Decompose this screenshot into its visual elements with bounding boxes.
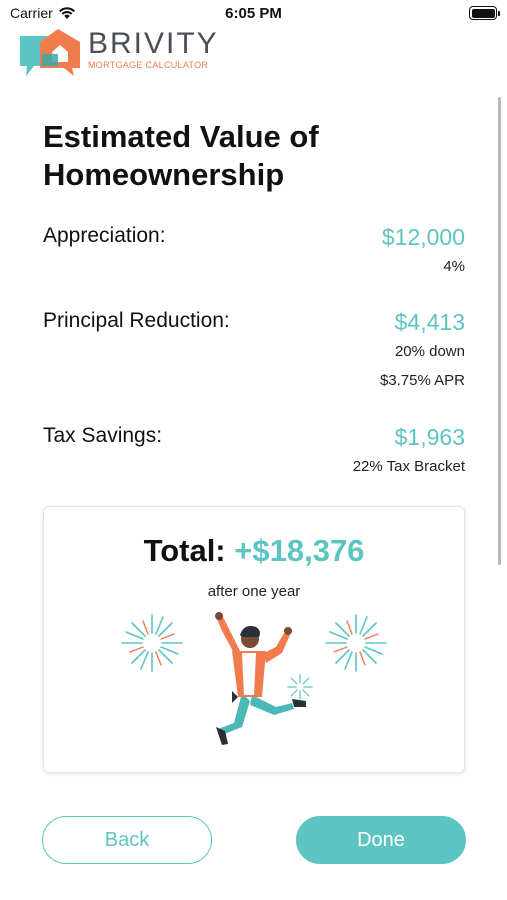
done-button[interactable]: Done [296,816,466,864]
appreciation-row: Appreciation: $12,000 4% [43,224,465,284]
total-caption: after one year [207,583,301,600]
total-line: Total: +$18,376 [44,533,464,569]
principal-reduction-row: Principal Reduction: $4,413 20% down $3.… [43,309,465,399]
page-title: Estimated Value of Homeownership [43,118,443,194]
scroll-indicator[interactable] [498,97,501,565]
tax-savings-value: $1,963 [394,424,465,450]
status-bar: Carrier 6:05 PM [0,0,507,28]
principal-reduction-value: $4,413 [394,309,465,335]
total-card: Total: +$18,376 after one year [43,506,465,773]
fireworks-left-icon [121,614,183,672]
total-value: +$18,376 [234,533,365,568]
tax-bracket-detail: 22% Tax Bracket [352,458,465,475]
battery-icon [469,6,500,20]
logo-subtitle: MORTGAGE CALCULATOR [88,60,209,70]
appreciation-value: $12,000 [381,224,465,250]
status-time: 6:05 PM [225,5,282,22]
apr-detail: $3.75% APR [379,372,465,389]
total-label: Total: [143,533,226,568]
page-title-line2: Homeownership [43,157,285,192]
page-title-line1: Estimated Value of [43,119,319,154]
logo-brand-text: BRIVITY [88,27,219,60]
tax-savings-row: Tax Savings: $1,963 22% Tax Bracket [43,424,465,484]
brivity-logo: BRIVITY MORTGAGE CALCULATOR [18,26,219,80]
appreciation-rate: 4% [443,258,465,275]
fireworks-small-icon [287,674,313,700]
brivity-house-logo-icon [20,29,80,76]
back-button[interactable]: Back [42,816,212,864]
jumping-person-icon [215,612,306,745]
celebration-illustration [121,612,387,745]
fireworks-right-icon [325,614,387,672]
down-payment-detail: 20% down [394,343,465,360]
